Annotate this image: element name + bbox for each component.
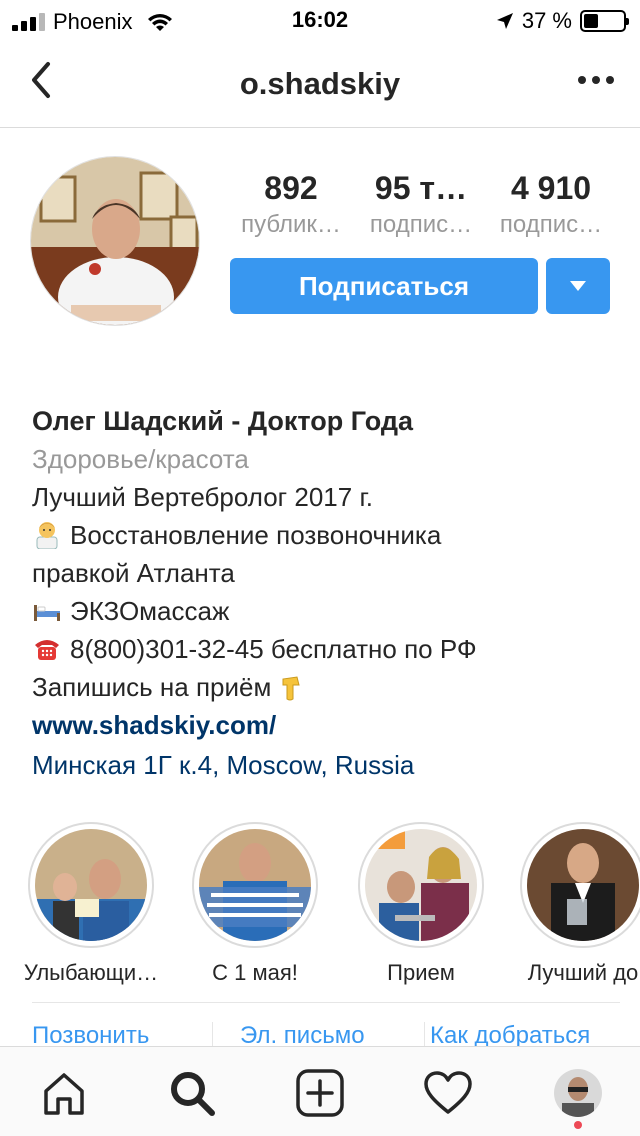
profile-bio: Олег Шадский - Доктор Года Здоровье/крас… (32, 402, 622, 784)
profile-avatar-icon (554, 1069, 602, 1117)
tab-home[interactable] (38, 1067, 90, 1119)
notification-dot (574, 1121, 582, 1129)
tab-profile[interactable] (552, 1067, 604, 1119)
nav-bar: o.shadskiy (0, 44, 640, 128)
caret-down-icon (570, 281, 586, 291)
highlight-item[interactable]: Прием (346, 822, 496, 986)
tab-search[interactable] (166, 1067, 218, 1119)
highlight-ring (520, 822, 640, 948)
profile-stats: 892 публик… 95 т… подпис… 4 910 подпис… (228, 170, 620, 239)
bio-exomassage-text: ЭКЗОмассаж (70, 596, 230, 626)
location-arrow-icon (496, 13, 513, 29)
stat-posts-count: 892 (264, 170, 318, 206)
bio-appointment-text: Запишись на приём (32, 672, 272, 702)
highlight-item[interactable]: С 1 мая! (180, 822, 330, 986)
tab-activity[interactable] (422, 1067, 474, 1119)
bed-emoji-icon (34, 605, 60, 621)
bio-line-appointment: Запишись на приём (32, 668, 622, 706)
bio-line-award: Лучший Вертебролог 2017 г. (32, 482, 373, 512)
highlight-label: Прием (387, 960, 455, 985)
stat-posts-label: публик… (241, 211, 341, 238)
highlight-thumbnail (35, 829, 147, 941)
highlight-label: Лучший до (527, 960, 639, 985)
story-highlights: Улыбающи… С 1 мая! Прием Лучший до (0, 822, 640, 992)
home-icon (44, 1073, 84, 1115)
bio-location-link[interactable]: Минская 1Г к.4, Moscow, Russia (32, 746, 622, 784)
bio-line-massage: ЭКЗОмассаж (32, 592, 622, 630)
battery-fill (584, 14, 599, 28)
highlight-label: Улыбающи… (23, 960, 159, 985)
bio-restoration-text: Восстановление позвоночника (70, 520, 442, 550)
stat-following-count: 4 910 (510, 170, 592, 206)
status-right: 37 % (496, 8, 629, 34)
highlight-thumbnail (199, 829, 311, 941)
highlight-ring (358, 822, 484, 948)
follow-button[interactable]: Подписаться (230, 258, 538, 314)
highlight-item[interactable]: Улыбающи… (16, 822, 166, 986)
highlight-ring (192, 822, 318, 948)
stat-posts[interactable]: 892 публик… (228, 170, 354, 239)
profile-photo (31, 157, 199, 325)
add-post-icon (296, 1069, 344, 1117)
highlight-label: С 1 мая! (212, 960, 298, 985)
stat-following[interactable]: 4 910 подпис… (488, 170, 614, 239)
bottom-tab-bar (0, 1046, 640, 1136)
highlight-thumbnail (527, 829, 639, 941)
bio-line-atlant: правкой Атланта (32, 558, 235, 588)
search-icon (171, 1072, 215, 1116)
status-bar: Phoenix 16:02 37 % (0, 0, 640, 40)
tab-new-post[interactable] (294, 1067, 346, 1119)
bio-line-phone: 8(800)301-32-45 бесплатно по РФ (32, 630, 622, 668)
battery-percent: 37 % (521, 8, 572, 33)
stat-followers-count: 95 т… (374, 170, 468, 206)
suggestions-dropdown-button[interactable] (546, 258, 610, 314)
bio-line-doctor: Восстановление позвоночника (32, 516, 622, 554)
more-options-icon[interactable] (578, 74, 614, 86)
bio-category: Здоровье/красота (32, 444, 249, 474)
section-divider (32, 1002, 620, 1003)
heart-icon (424, 1071, 472, 1114)
profile-username-title: o.shadskiy (239, 66, 401, 101)
pointing-down-emoji-icon (282, 676, 300, 701)
bio-website-link[interactable]: www.shadskiy.com/ (32, 706, 622, 744)
stat-followers-label: подпис… (369, 211, 473, 238)
profile-avatar[interactable] (30, 156, 200, 326)
stat-following-label: подпис… (499, 211, 603, 238)
bio-full-name: Олег Шадский - Доктор Года (32, 406, 414, 436)
highlight-thumbnail (365, 829, 477, 941)
doctor-emoji-icon (36, 522, 58, 549)
stat-followers[interactable]: 95 т… подпис… (358, 170, 484, 239)
highlight-ring (28, 822, 154, 948)
highlight-item[interactable]: Лучший до (508, 822, 640, 986)
bio-phone-text: 8(800)301-32-45 бесплатно по РФ (70, 634, 477, 664)
battery-icon (580, 10, 629, 32)
telephone-emoji-icon (35, 640, 59, 660)
